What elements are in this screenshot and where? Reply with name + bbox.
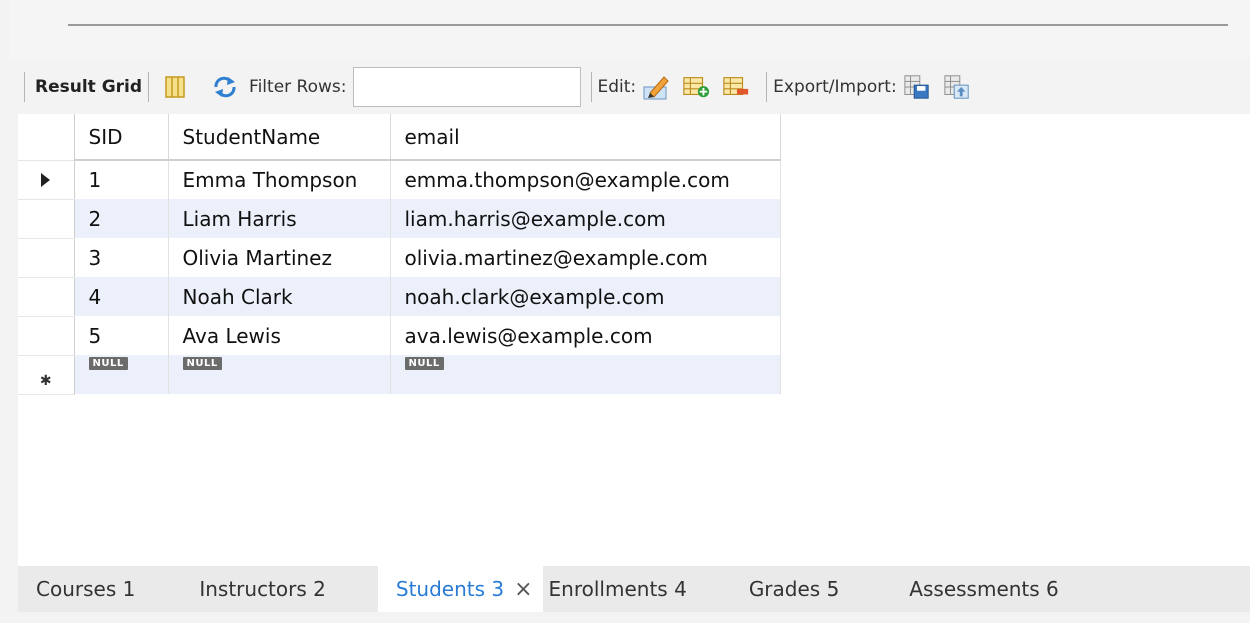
tab-label: Instructors 2 bbox=[199, 577, 326, 601]
toolbar-separator bbox=[590, 72, 592, 102]
column-toggle-icon[interactable] bbox=[161, 73, 189, 101]
tab-assessments[interactable]: Assessments 6 bbox=[857, 566, 1076, 612]
tab-label: Enrollments 4 bbox=[548, 577, 687, 601]
current-row-arrow-icon bbox=[41, 172, 51, 187]
cell-sid[interactable]: 1 bbox=[74, 160, 169, 199]
tab-label: Courses 1 bbox=[36, 577, 136, 601]
tab-label: Grades 5 bbox=[748, 577, 840, 601]
top-divider bbox=[68, 24, 1228, 26]
new-row-star-icon: ✱ bbox=[39, 372, 52, 389]
table-row[interactable]: 2 Liam Harris liam.harris@example.com bbox=[18, 199, 781, 239]
edit-label: Edit: bbox=[597, 77, 637, 97]
row-header-corner bbox=[18, 114, 75, 161]
refresh-icon[interactable] bbox=[211, 73, 239, 101]
cell-sid[interactable]: 4 bbox=[74, 277, 169, 316]
column-header-sid[interactable]: SID bbox=[74, 114, 169, 161]
null-badge: NULL bbox=[404, 357, 444, 370]
null-badge: NULL bbox=[88, 357, 128, 370]
cell-email[interactable]: ava.lewis@example.com bbox=[390, 316, 781, 355]
cell-studentname[interactable]: Liam Harris bbox=[168, 199, 391, 238]
filter-rows-input[interactable] bbox=[352, 67, 581, 107]
cell-email[interactable]: emma.thompson@example.com bbox=[390, 160, 781, 199]
table-row[interactable]: 4 Noah Clark noah.clark@example.com bbox=[18, 277, 781, 317]
row-selector[interactable] bbox=[18, 238, 75, 278]
edit-pencil-icon[interactable] bbox=[642, 73, 670, 101]
row-selector[interactable] bbox=[18, 160, 75, 200]
tab-label: Assessments 6 bbox=[909, 577, 1059, 601]
tab-courses[interactable]: Courses 1 bbox=[18, 566, 153, 612]
cell-email[interactable]: olivia.martinez@example.com bbox=[390, 238, 781, 277]
close-icon[interactable]: × bbox=[514, 577, 532, 602]
table-header-row: SID StudentName email bbox=[18, 114, 781, 161]
table-row[interactable]: 5 Ava Lewis ava.lewis@example.com bbox=[18, 316, 781, 356]
new-table-row[interactable]: ✱ NULL NULL NULL bbox=[18, 355, 781, 395]
workbench-panel: Result Grid Filter Rows: Edit: Export/Im… bbox=[0, 0, 1250, 623]
column-header-email[interactable]: email bbox=[390, 114, 781, 161]
tab-students[interactable]: Students 3 × bbox=[377, 566, 543, 612]
top-strip bbox=[10, 0, 1250, 58]
import-icon[interactable] bbox=[943, 73, 971, 101]
result-grid: SID StudentName email 1 Emma Thompson em… bbox=[18, 114, 1250, 566]
toolbar-separator bbox=[148, 72, 150, 102]
delete-row-icon[interactable] bbox=[722, 73, 750, 101]
cell-sid[interactable]: 3 bbox=[74, 238, 169, 277]
table-row[interactable]: 3 Olivia Martinez olivia.martinez@exampl… bbox=[18, 238, 781, 278]
row-selector[interactable] bbox=[18, 199, 75, 239]
cell-studentname[interactable]: NULL bbox=[168, 355, 391, 394]
row-selector[interactable]: ✱ bbox=[18, 355, 75, 395]
row-selector[interactable] bbox=[18, 277, 75, 317]
add-row-icon[interactable] bbox=[682, 73, 710, 101]
tab-label: Students 3 bbox=[395, 577, 505, 601]
cell-studentname[interactable]: Ava Lewis bbox=[168, 316, 391, 355]
tab-grades[interactable]: Grades 5 bbox=[705, 566, 857, 612]
cell-sid[interactable]: 5 bbox=[74, 316, 169, 355]
result-toolbar: Result Grid Filter Rows: Edit: Export/Im… bbox=[18, 62, 1250, 112]
toolbar-separator bbox=[766, 72, 768, 102]
null-badge: NULL bbox=[182, 357, 222, 370]
toolbar-separator bbox=[24, 72, 25, 102]
row-selector[interactable] bbox=[18, 316, 75, 356]
cell-studentname[interactable]: Noah Clark bbox=[168, 277, 391, 316]
cell-email[interactable]: NULL bbox=[390, 355, 781, 394]
export-import-label: Export/Import: bbox=[773, 77, 897, 97]
cell-studentname[interactable]: Olivia Martinez bbox=[168, 238, 391, 277]
cell-sid[interactable]: NULL bbox=[74, 355, 169, 394]
result-grid-tab-label[interactable]: Result Grid bbox=[35, 77, 142, 97]
cell-sid[interactable]: 2 bbox=[74, 199, 169, 238]
result-table: SID StudentName email 1 Emma Thompson em… bbox=[18, 114, 781, 395]
result-tabs: Courses 1 Instructors 2 Students 3 × Enr… bbox=[18, 566, 1250, 612]
tab-instructors[interactable]: Instructors 2 bbox=[153, 566, 344, 612]
cell-email[interactable]: noah.clark@example.com bbox=[390, 277, 781, 316]
column-header-studentname[interactable]: StudentName bbox=[168, 114, 391, 161]
filter-rows-label: Filter Rows: bbox=[249, 77, 347, 97]
table-row[interactable]: 1 Emma Thompson emma.thompson@example.co… bbox=[18, 160, 781, 200]
export-save-icon[interactable] bbox=[903, 73, 931, 101]
tab-enrollments[interactable]: Enrollments 4 bbox=[543, 566, 705, 612]
cell-email[interactable]: liam.harris@example.com bbox=[390, 199, 781, 238]
cell-studentname[interactable]: Emma Thompson bbox=[168, 160, 391, 199]
